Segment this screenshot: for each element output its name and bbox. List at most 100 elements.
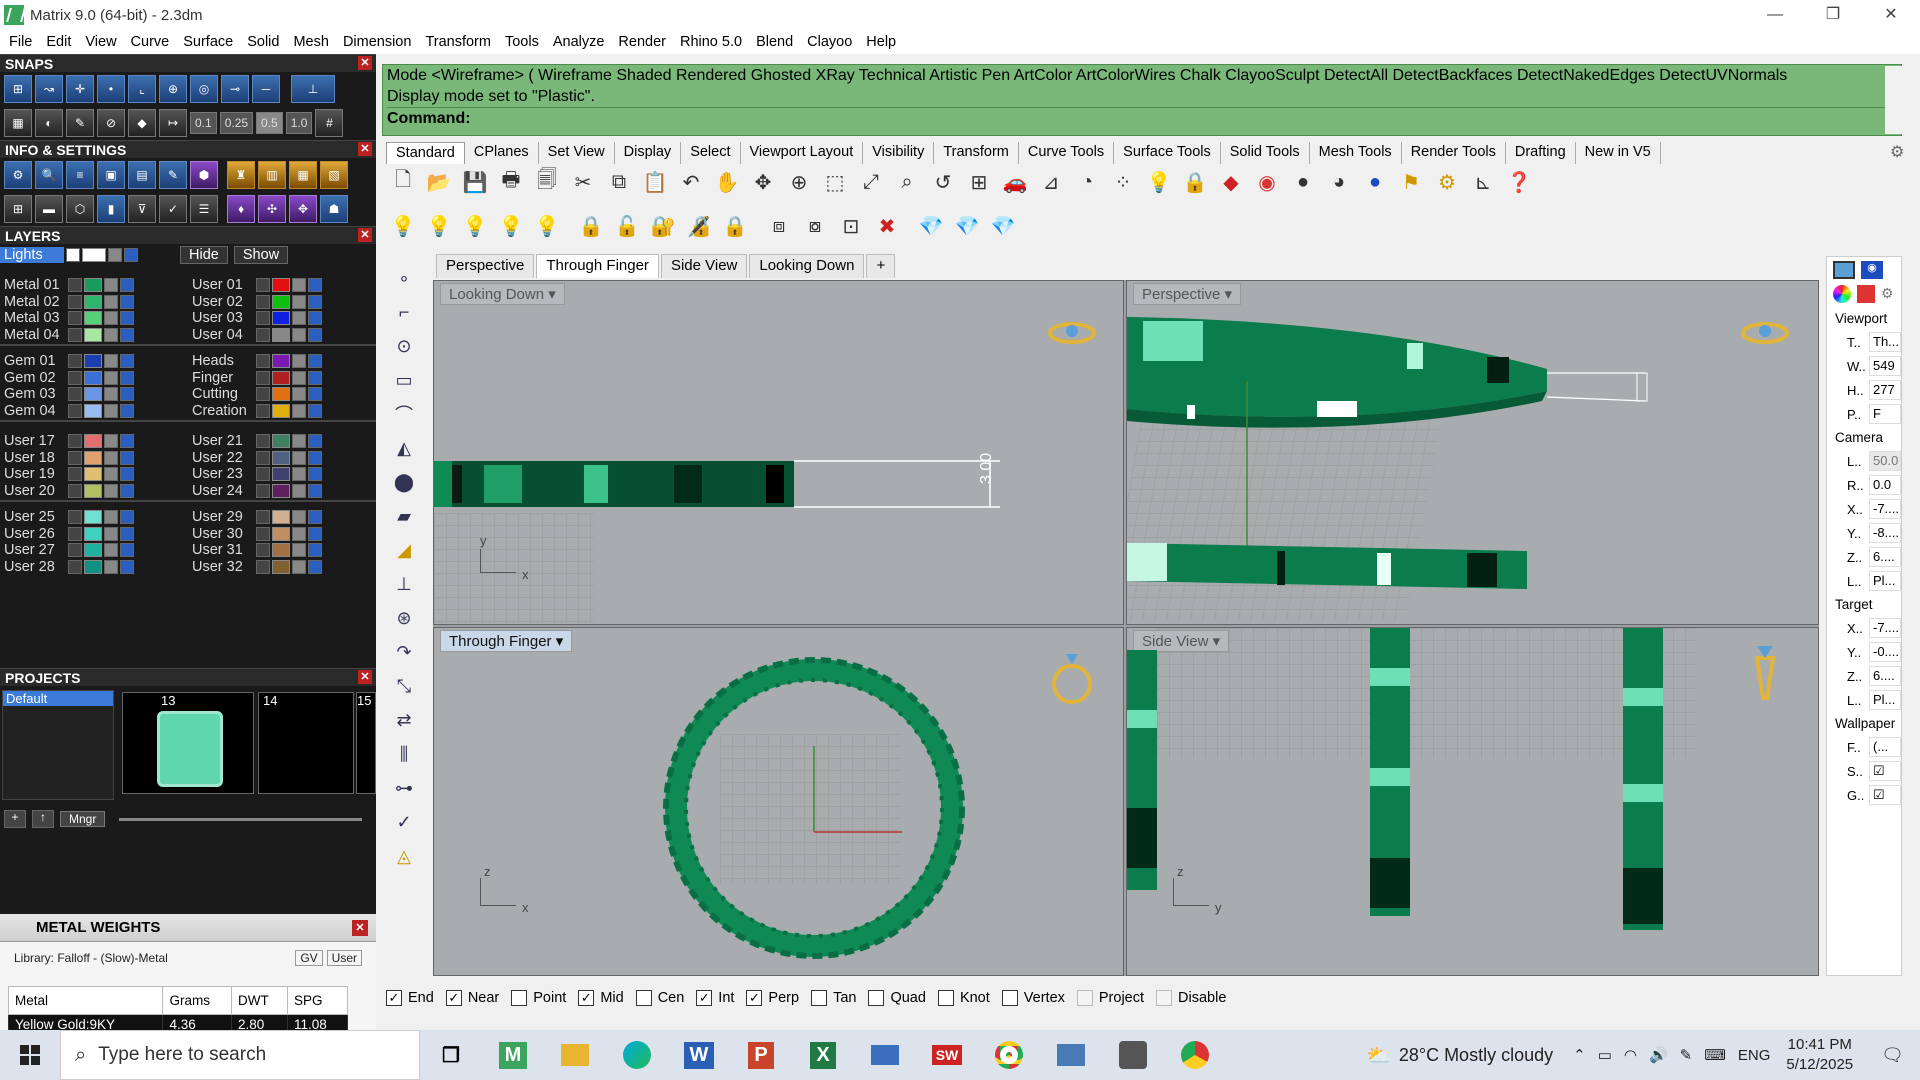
- taskbar-search[interactable]: ⌕ Type here to search: [60, 1030, 420, 1080]
- layer-arrow-icon[interactable]: [256, 370, 270, 385]
- osnap-project[interactable]: Project: [1076, 990, 1144, 1006]
- show-button[interactable]: Show: [233, 246, 289, 264]
- flag-icon[interactable]: ⚑: [1396, 167, 1426, 197]
- close-icon[interactable]: ✕: [358, 670, 372, 684]
- layer-arrow-icon[interactable]: [256, 510, 270, 524]
- ortho-icon[interactable]: ⊥: [291, 75, 335, 103]
- visibility-icon[interactable]: [120, 327, 134, 342]
- snap-value-4[interactable]: 1.0: [285, 112, 313, 134]
- curve-snap-icon[interactable]: ↝: [35, 75, 63, 103]
- tab-viewport-layout[interactable]: Viewport Layout: [741, 142, 864, 164]
- lock-icon[interactable]: [292, 370, 306, 385]
- layer-name[interactable]: Gem 02: [0, 370, 68, 386]
- viewport-tab-looking-down[interactable]: Looking Down: [749, 254, 865, 278]
- network-icon[interactable]: ◠: [1624, 1046, 1637, 1064]
- layer-row[interactable]: Metal 01: [0, 276, 136, 294]
- lock-selected-icon[interactable]: 🔐: [648, 211, 678, 241]
- menu-curve[interactable]: Curve: [124, 34, 177, 50]
- layer-name[interactable]: User 31: [188, 542, 256, 558]
- points-icon[interactable]: ⁘: [1108, 167, 1138, 197]
- gv-toggle[interactable]: GV: [295, 950, 323, 966]
- column-header-dwt[interactable]: DWT: [230, 986, 289, 1015]
- menu-rhino-5-0[interactable]: Rhino 5.0: [673, 34, 749, 50]
- menu-render[interactable]: Render: [611, 34, 673, 50]
- named-view-icon[interactable]: ◉: [1861, 261, 1883, 279]
- layer-row[interactable]: User 03: [188, 309, 324, 327]
- lock-icon[interactable]: [104, 387, 118, 401]
- pan-icon[interactable]: ✋: [712, 167, 742, 197]
- layer-arrow-icon[interactable]: [68, 278, 82, 292]
- layer-name[interactable]: Metal 02: [0, 294, 68, 310]
- property-value[interactable]: -0....: [1869, 642, 1901, 662]
- layer-name[interactable]: Metal 04: [0, 327, 68, 343]
- curve-tool-icon[interactable]: ⌒: [390, 400, 418, 428]
- gem-show-icon[interactable]: 💎: [916, 211, 946, 241]
- lock-icon[interactable]: [104, 559, 118, 574]
- bulb-on-icon[interactable]: 💡: [424, 211, 454, 241]
- layer-color-swatch[interactable]: [272, 559, 290, 574]
- layer-name[interactable]: Creation: [188, 403, 256, 419]
- layer-row[interactable]: Gem 04: [0, 402, 136, 420]
- layer-arrow-icon[interactable]: [256, 543, 270, 557]
- gem-icon[interactable]: ⬢: [190, 161, 218, 189]
- car-icon[interactable]: 🚗: [1000, 167, 1030, 197]
- bush-icon[interactable]: ✥: [289, 195, 317, 223]
- visibility-icon[interactable]: [308, 510, 322, 524]
- rhino-icon[interactable]: [1102, 1030, 1164, 1080]
- layer-row[interactable]: User 32: [188, 558, 324, 576]
- viewport-tab-side-view[interactable]: Side View: [660, 254, 748, 278]
- osnap-point[interactable]: Point: [511, 990, 566, 1006]
- layer-row[interactable]: Finger: [188, 369, 324, 387]
- matrix-taskbar-icon[interactable]: M: [482, 1030, 544, 1080]
- lock-icon[interactable]: [104, 483, 118, 498]
- property-value[interactable]: 6....: [1869, 666, 1901, 686]
- powerpoint-icon[interactable]: P: [730, 1030, 792, 1080]
- material-icon[interactable]: ◆: [1216, 167, 1246, 197]
- visibility-icon[interactable]: [120, 370, 134, 385]
- layer-name[interactable]: User 24: [188, 483, 256, 499]
- layer-arrow-icon[interactable]: [68, 543, 82, 557]
- mirror-tool-icon[interactable]: ⇄: [390, 706, 418, 734]
- property-value[interactable]: Pl...: [1869, 571, 1901, 591]
- layer-row[interactable]: Metal 02: [0, 293, 136, 311]
- visibility-icon[interactable]: [308, 403, 322, 418]
- fillet-tool-icon[interactable]: ↷: [390, 638, 418, 666]
- menu-transform[interactable]: Transform: [418, 34, 498, 50]
- checkbox[interactable]: ✓: [746, 990, 763, 1006]
- column-header-metal[interactable]: Metal: [7, 986, 164, 1015]
- layer-name[interactable]: Gem 03: [0, 386, 68, 402]
- checkbox[interactable]: [1001, 990, 1018, 1006]
- column-header-spg[interactable]: SPG: [287, 986, 348, 1015]
- visibility-icon[interactable]: [308, 354, 322, 368]
- lock-swap-icon[interactable]: 🔏: [684, 211, 714, 241]
- layer-name[interactable]: User 01: [188, 277, 256, 293]
- osnap-vertex[interactable]: Vertex: [1001, 990, 1065, 1006]
- layer-color-swatch[interactable]: [84, 403, 102, 418]
- layer-row[interactable]: User 04: [188, 326, 324, 344]
- grid-toggle-icon[interactable]: ▦: [4, 109, 32, 137]
- lock-icon[interactable]: [292, 559, 306, 574]
- layer-color-swatch[interactable]: [84, 526, 102, 541]
- layer-arrow-icon[interactable]: [256, 278, 270, 292]
- visibility-icon[interactable]: [308, 526, 322, 541]
- layer-row[interactable]: Gem 01: [0, 352, 136, 370]
- visibility-icon[interactable]: [120, 311, 134, 325]
- tab-mesh-tools[interactable]: Mesh Tools: [1310, 142, 1402, 164]
- gear-icon[interactable]: ⚙: [1432, 167, 1462, 197]
- lock-icon[interactable]: [104, 543, 118, 557]
- delete-icon[interactable]: ✖: [872, 211, 902, 241]
- visibility-icon[interactable]: [308, 387, 322, 401]
- visibility-icon[interactable]: [120, 543, 134, 557]
- layer-name[interactable]: User 17: [0, 433, 68, 449]
- visibility-icon[interactable]: [308, 467, 322, 481]
- osnap-tan[interactable]: Tan: [811, 990, 856, 1006]
- up-button[interactable]: ↑: [32, 810, 54, 828]
- visibility-icon[interactable]: [120, 483, 134, 498]
- boolean-tool-icon[interactable]: ⊛: [390, 604, 418, 632]
- layer-name[interactable]: Heads: [188, 353, 256, 369]
- extrude-tool-icon[interactable]: ◢: [390, 536, 418, 564]
- visibility-icon[interactable]: [308, 294, 322, 309]
- close-icon[interactable]: ✕: [358, 228, 372, 242]
- lock-icon[interactable]: [292, 311, 306, 325]
- lock-icon[interactable]: [292, 467, 306, 481]
